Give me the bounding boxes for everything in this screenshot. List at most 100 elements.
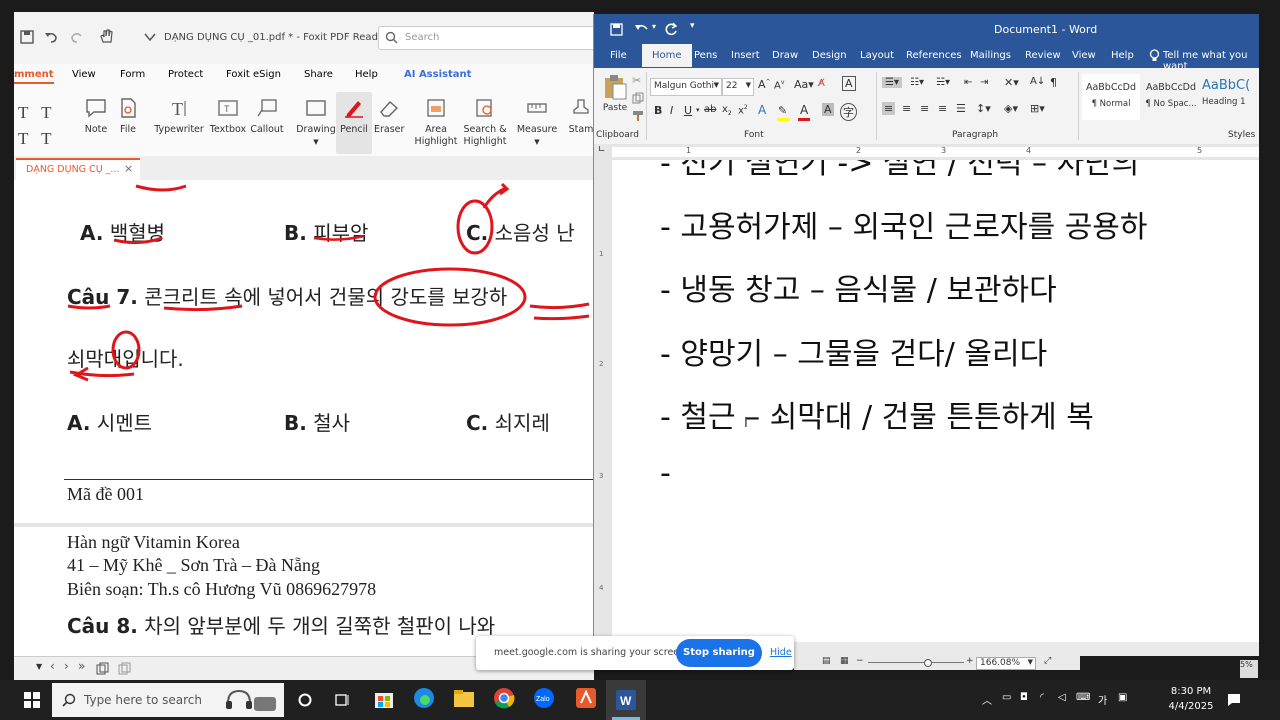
- document-tab[interactable]: DẠNG DỤNG CỤ _... ×: [16, 158, 140, 180]
- stamp-tool[interactable]: Stam: [566, 98, 594, 136]
- tab-help[interactable]: Help: [1111, 50, 1134, 61]
- style-heading-1[interactable]: AaBbC( Heading 1: [1202, 74, 1259, 120]
- italic-button[interactable]: I: [670, 104, 673, 117]
- wifi-icon[interactable]: ◜: [1040, 692, 1044, 703]
- clear-format-icon[interactable]: A̸: [818, 78, 825, 89]
- battery-icon[interactable]: ▭: [1002, 692, 1011, 703]
- tab-pens[interactable]: Pens: [694, 50, 717, 61]
- grow-font-icon[interactable]: A^: [758, 78, 771, 91]
- word-document-page[interactable]: - 전기 절연기 -> 절연 / 전력 – 차단의 - 고용허가제 – 외국인 …: [612, 160, 1259, 640]
- ime-mode-icon[interactable]: ▣: [1118, 692, 1127, 703]
- decrease-indent-icon[interactable]: ⇤: [964, 77, 972, 88]
- hand-tool-icon[interactable]: [98, 28, 116, 44]
- superscript-button[interactable]: x2: [738, 104, 748, 116]
- store-icon[interactable]: [372, 686, 400, 714]
- subscript-button[interactable]: x2: [722, 104, 732, 117]
- customize-qat-icon[interactable]: ▾: [690, 21, 695, 31]
- justify-icon[interactable]: ≡: [938, 102, 947, 115]
- asian-layout-icon[interactable]: ✕▾: [1004, 76, 1019, 89]
- tab-protect[interactable]: Protect: [168, 69, 203, 80]
- cut-icon[interactable]: ✂: [632, 74, 641, 87]
- zoom-in-button[interactable]: +: [966, 656, 974, 666]
- ime-indicator[interactable]: 가: [1098, 692, 1107, 707]
- tab-review[interactable]: Review: [1025, 50, 1061, 61]
- underline-button[interactable]: U: [684, 104, 692, 117]
- text-t-icon[interactable]: T: [18, 103, 28, 122]
- zoom-slider[interactable]: [868, 662, 964, 663]
- undo-icon[interactable]: [44, 30, 58, 44]
- font-size-select[interactable]: 22 ▼: [722, 78, 754, 96]
- zoom-out-button[interactable]: −: [856, 656, 864, 666]
- tab-design[interactable]: Design: [812, 50, 847, 61]
- search-input[interactable]: Search: [378, 26, 594, 50]
- drawing-tool[interactable]: Drawing ▼: [294, 98, 338, 148]
- zoom-percent-select[interactable]: 166.08% ▼: [976, 657, 1036, 670]
- tab-home[interactable]: Home: [642, 44, 692, 67]
- foxit-reader-icon[interactable]: [574, 686, 602, 714]
- sort-icon[interactable]: A↓: [1030, 76, 1045, 87]
- tab-comment[interactable]: mment: [14, 69, 54, 80]
- align-center-icon[interactable]: ≡: [902, 102, 911, 115]
- file-tool[interactable]: File: [116, 98, 140, 136]
- close-tab-icon[interactable]: ×: [124, 162, 133, 175]
- windows-start-icon[interactable]: [24, 692, 40, 708]
- show-formatting-icon[interactable]: ¶: [1050, 76, 1057, 89]
- undo-icon[interactable]: [634, 22, 650, 36]
- typewriter-tool[interactable]: T Typewriter: [154, 98, 204, 136]
- measure-dropdown-icon[interactable]: ▼: [534, 138, 539, 146]
- tab-insert[interactable]: Insert: [731, 50, 760, 61]
- chrome-icon[interactable]: [492, 686, 520, 714]
- volume-icon[interactable]: ◁: [1058, 692, 1066, 703]
- bullets-button[interactable]: ☰▾: [882, 77, 902, 88]
- bold-button[interactable]: B: [654, 104, 662, 117]
- edge-icon[interactable]: [412, 686, 440, 714]
- line-spacing-icon[interactable]: ↕▾: [976, 102, 991, 115]
- stop-sharing-button[interactable]: Stop sharing: [676, 639, 762, 667]
- tab-view[interactable]: View: [1072, 50, 1096, 61]
- tab-view[interactable]: View: [72, 69, 96, 80]
- numbering-button[interactable]: ☷▾: [910, 77, 924, 88]
- enclose-char-icon[interactable]: 字: [840, 103, 857, 121]
- tab-help[interactable]: Help: [355, 69, 378, 80]
- align-left-icon[interactable]: ≡: [882, 102, 896, 115]
- tray-chevron-icon[interactable]: ︿: [982, 692, 992, 707]
- eraser-tool[interactable]: Eraser: [374, 98, 404, 136]
- copy-page-icon[interactable]: [96, 662, 109, 675]
- measure-tool[interactable]: Measure ▼: [516, 98, 558, 148]
- text-t-replace-icon[interactable]: T: [41, 129, 51, 148]
- taskbar-search-input[interactable]: Type here to search: [52, 683, 284, 717]
- distributed-icon[interactable]: ☰: [956, 102, 966, 115]
- style-no-spacing[interactable]: AaBbCcDd ¶ No Spac...: [1142, 74, 1200, 120]
- tab-draw[interactable]: Draw: [772, 50, 798, 61]
- area-highlight-tool[interactable]: Area Highlight: [414, 98, 458, 148]
- drawing-dropdown-icon[interactable]: ▼: [313, 138, 318, 146]
- task-view-icon[interactable]: [334, 692, 350, 708]
- tab-layout[interactable]: Layout: [860, 50, 894, 61]
- format-painter-icon[interactable]: [632, 110, 644, 122]
- page-dropdown-icon[interactable]: ▼: [36, 662, 42, 671]
- two-page-icon[interactable]: [118, 662, 131, 675]
- font-name-select[interactable]: Malgun Gothi ▼: [650, 78, 722, 96]
- next-page-icon[interactable]: ›: [64, 659, 69, 673]
- character-border-icon[interactable]: A: [842, 76, 856, 91]
- text-t-underline-icon[interactable]: T: [41, 103, 51, 122]
- notification-icon[interactable]: [1226, 692, 1242, 708]
- textbox-tool[interactable]: T Textbox: [208, 98, 248, 136]
- tab-references[interactable]: References: [906, 50, 962, 61]
- read-mode-icon[interactable]: ▤: [822, 656, 831, 666]
- horizontal-ruler[interactable]: ∟ 1 2 3 4 5: [594, 144, 1259, 161]
- tab-mailings[interactable]: Mailings: [970, 50, 1011, 61]
- fit-screen-icon[interactable]: ⤢: [1044, 656, 1051, 666]
- zoom-slider-thumb[interactable]: [924, 659, 932, 667]
- search-highlight-tool[interactable]: Search & Highlight: [462, 98, 508, 148]
- multilevel-list-button[interactable]: ☵▾: [936, 77, 950, 88]
- shading-icon[interactable]: A: [822, 103, 834, 116]
- zalo-icon[interactable]: Zalo: [532, 686, 560, 714]
- borders-icon[interactable]: ⊞▾: [1030, 102, 1045, 115]
- cortana-icon[interactable]: [298, 693, 312, 707]
- highlight-icon[interactable]: ✎: [778, 104, 787, 117]
- font-color-icon[interactable]: A: [800, 103, 808, 117]
- paste-button[interactable]: Paste: [600, 74, 630, 113]
- shrink-font-icon[interactable]: Av: [774, 79, 784, 91]
- undo-dropdown-icon[interactable]: ▾: [652, 22, 656, 31]
